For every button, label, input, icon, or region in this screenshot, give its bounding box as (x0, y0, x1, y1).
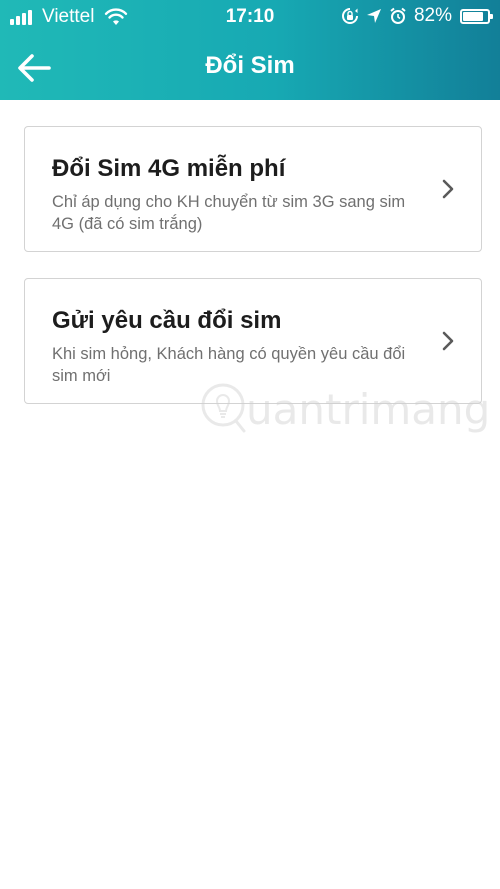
app-header: Viettel 17:10 82% Đổi Sim (0, 0, 500, 100)
battery-icon (460, 8, 493, 24)
rotation-lock-icon (341, 8, 358, 24)
battery-fill (463, 11, 483, 21)
location-icon (366, 9, 381, 23)
option-request-sim-change[interactable]: Gửi yêu cầu đổi sim Khi sim hỏng, Khách … (24, 278, 482, 404)
chevron-right-icon (442, 179, 454, 199)
option-title: Đổi Sim 4G miễn phí (52, 155, 286, 182)
option-free-4g-sim[interactable]: Đổi Sim 4G miễn phí Chỉ áp dụng cho KH c… (24, 126, 482, 252)
battery-percent: 82% (413, 5, 452, 26)
page-title: Đổi Sim (205, 52, 295, 79)
status-right: 82% (341, 5, 493, 27)
alarm-icon (390, 7, 406, 24)
option-title: Gửi yêu cầu đổi sim (52, 307, 282, 334)
option-description: Chỉ áp dụng cho KH chuyển từ sim 3G sang… (52, 193, 406, 233)
option-description: Khi sim hỏng, Khách hàng có quyền yêu cầ… (52, 345, 406, 385)
status-bar: Viettel 17:10 82% (0, 0, 500, 34)
chevron-right-icon (442, 331, 454, 351)
